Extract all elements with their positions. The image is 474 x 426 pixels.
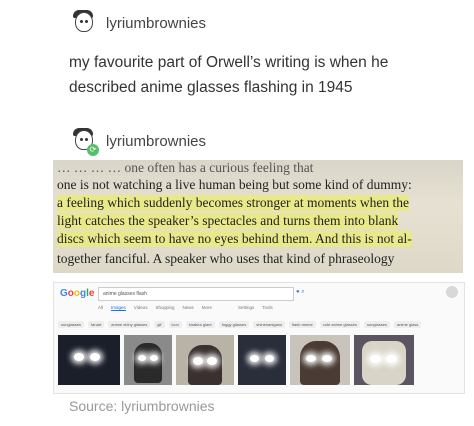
tumblr-post: lyriumbrownies my favourite part of Orwe…	[0, 0, 474, 426]
glasses-glare	[370, 355, 381, 363]
avatar-eye	[80, 20, 83, 23]
reblog-header: ⟳ lyriumbrownies	[70, 128, 206, 156]
glasses-glare	[386, 355, 397, 363]
book-line: one is not watching a live human being b…	[57, 177, 412, 193]
glasses-glare	[193, 357, 203, 365]
logo-letter: G	[60, 288, 68, 299]
search-input[interactable]: anime glasses flash	[98, 287, 294, 301]
logo-letter: e	[88, 288, 95, 299]
google-logo: Google	[60, 288, 94, 299]
search-icons: ● ⌕	[296, 289, 305, 296]
glasses-glare	[138, 355, 146, 361]
glasses-glare	[322, 355, 332, 362]
search-chip[interactable]: icon	[168, 321, 182, 328]
search-chip[interactable]: flash meme	[289, 321, 316, 328]
book-excerpt-photo: … … … … one often has a curious feeling …	[53, 160, 463, 273]
image-results	[58, 335, 414, 385]
search-chip[interactable]: gif	[154, 321, 165, 328]
account-avatar[interactable]	[446, 286, 458, 298]
avatar-eye	[85, 138, 88, 141]
search-chip[interactable]: anime shiny glasses	[108, 321, 151, 328]
glasses-glare	[90, 353, 100, 361]
figure-silhouette	[300, 341, 340, 385]
search-chip[interactable]: sunglasses	[58, 321, 85, 328]
glasses-glare	[250, 355, 259, 362]
image-thumbnail[interactable]	[58, 335, 120, 385]
glasses-glare	[207, 357, 217, 365]
image-thumbnail[interactable]	[238, 335, 286, 385]
mic-icon[interactable]: ●	[296, 289, 300, 295]
source-attribution[interactable]: Source: lyriumbrownies	[69, 398, 215, 414]
image-thumbnail[interactable]	[354, 335, 414, 385]
reblog-avatar[interactable]: ⟳	[70, 128, 99, 156]
search-chip[interactable]: cute anime glasses	[319, 321, 360, 328]
search-chip[interactable]: fanart	[88, 321, 105, 328]
figure-silhouette	[134, 343, 162, 383]
tab-settings[interactable]: Settings	[238, 305, 254, 311]
search-icon[interactable]: ⌕	[301, 289, 304, 295]
book-line: … … … … one often has a curious feeling …	[57, 160, 314, 175]
image-thumbnail[interactable]	[290, 335, 350, 385]
glasses-glare	[150, 355, 158, 361]
reblog-username[interactable]: lyriumbrownies	[106, 133, 206, 150]
book-line-text: one is not watching a live human being b…	[57, 177, 412, 192]
tab-videos[interactable]: Videos	[134, 305, 148, 311]
avatar-eye	[85, 20, 88, 23]
reblog-icon: ⟳	[87, 144, 99, 156]
search-chip[interactable]: anime glass	[394, 321, 422, 328]
book-line-highlighted: a feeling which suddenly becomes stronge…	[57, 195, 410, 211]
search-chip[interactable]: shinenanigans	[253, 321, 286, 328]
book-line-highlighted: light catches the speaker’s spectacles a…	[57, 213, 399, 229]
figure-silhouette	[362, 341, 406, 385]
post-username[interactable]: lyriumbrownies	[106, 15, 206, 32]
tab-more[interactable]: More	[202, 305, 212, 311]
tab-images[interactable]: Images	[111, 305, 126, 311]
book-line: together fanciful. A speaker who uses th…	[57, 251, 395, 266]
search-chip[interactable]: sunglasses	[363, 321, 390, 328]
book-line-highlighted: discs which seem to have no eyes behind …	[57, 231, 412, 247]
image-thumbnail[interactable]	[124, 335, 172, 385]
avatar[interactable]	[70, 10, 96, 36]
figure-silhouette	[188, 345, 222, 385]
tab-news[interactable]: News	[183, 305, 194, 311]
google-image-search-screenshot: Google anime glasses flash ● ⌕ All Image…	[53, 282, 465, 394]
post-body-text: my favourite part of Orwell’s writing is…	[69, 54, 389, 96]
avatar-eye	[80, 138, 83, 141]
tab-tools[interactable]: Tools	[262, 305, 273, 311]
glasses-glare	[306, 355, 316, 362]
tab-all[interactable]: All	[98, 305, 103, 311]
related-search-chips: sunglasses fanart anime shiny glasses gi…	[58, 321, 422, 328]
image-thumbnail[interactable]	[176, 335, 234, 385]
post-header: lyriumbrownies	[70, 10, 206, 36]
search-tabs: All Images Videos Shopping News More Set…	[98, 305, 273, 311]
tab-shopping[interactable]: Shopping	[155, 305, 174, 311]
search-chip[interactable]: kirakira glare	[185, 321, 215, 328]
avatar-face	[75, 12, 93, 32]
glasses-glare	[74, 353, 84, 361]
search-chip[interactable]: foggy glasses	[218, 321, 250, 328]
glasses-glare	[265, 355, 274, 362]
